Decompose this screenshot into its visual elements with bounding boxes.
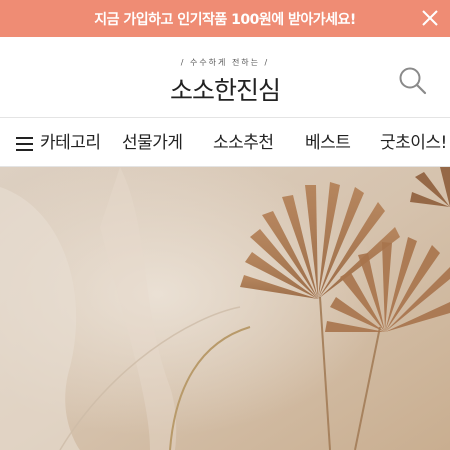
nav-category-button[interactable]: 카테고리 xyxy=(40,118,101,166)
nav-item-good-choice[interactable]: 굿초이스! xyxy=(380,118,447,166)
search-icon[interactable] xyxy=(398,66,428,96)
logo-tagline: / 수수하게 전하는 / xyxy=(180,58,270,67)
logo-brand-name[interactable]: 소소한진심 xyxy=(0,71,450,107)
nav-item-best[interactable]: 베스트 xyxy=(305,118,351,166)
main-nav: 카테고리 선물가게 소소추천 베스트 굿초이스! xyxy=(0,117,450,167)
nav-item-recommend[interactable]: 소소추천 xyxy=(213,118,274,166)
promo-banner[interactable]: 지금 가입하고 인기작품 100원에 받아가세요! xyxy=(0,0,450,37)
hamburger-menu-icon[interactable] xyxy=(16,137,33,151)
hero-banner-image[interactable] xyxy=(0,167,450,450)
site-logo[interactable]: / 수수하게 전하는 / 소소한진심 xyxy=(0,37,450,117)
site-header: / 수수하게 전하는 / 소소한진심 xyxy=(0,37,450,117)
nav-item-gift-shop[interactable]: 선물가게 xyxy=(122,118,183,166)
hero-illustration xyxy=(0,167,450,450)
promo-text[interactable]: 지금 가입하고 인기작품 100원에 받아가세요! xyxy=(94,9,356,29)
close-icon[interactable] xyxy=(420,8,440,28)
